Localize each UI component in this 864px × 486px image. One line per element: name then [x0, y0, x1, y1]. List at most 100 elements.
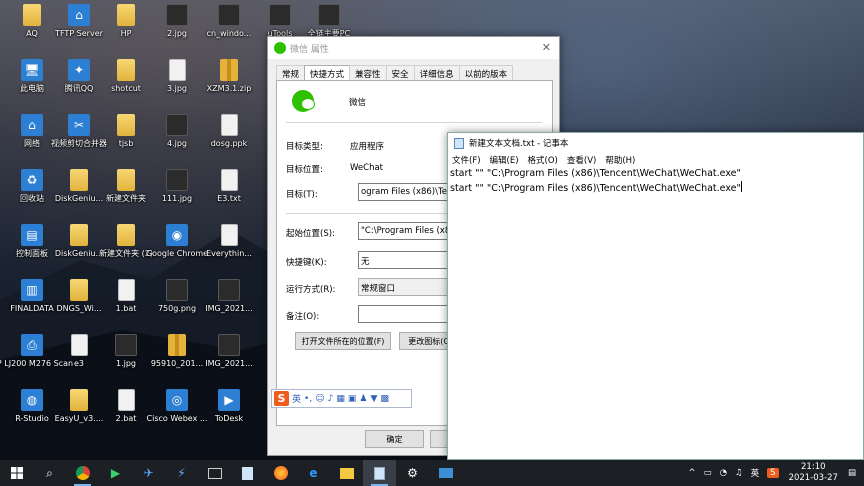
search-icon[interactable]: ⌕ [33, 460, 66, 486]
folder-icon [70, 169, 88, 191]
desktop-icon-hp[interactable]: HP [97, 4, 155, 56]
desktop-icon-img2021b[interactable]: IMG_2021... [200, 334, 258, 386]
desktop-icon-label: IMG_2021... [205, 304, 253, 313]
desktop-icon-dosg[interactable]: dosg.ppk [200, 114, 258, 166]
remote-desktop-icon[interactable] [429, 460, 462, 486]
desktop-icon-label: e3 [73, 359, 84, 368]
desktop-icon-label: 回收站 [20, 194, 44, 203]
desktop-icon-111jpg[interactable]: 111.jpg [148, 169, 206, 221]
notepad-window: 新建文本文档.txt - 记事本 文件(F) 编辑(E) 格式(O) 查看(V) 帮助(… [447, 132, 864, 460]
folder-icon [117, 59, 135, 81]
desktop-icon-95910[interactable]: 95910_201... [148, 334, 206, 386]
computer-icon: 🖥 [21, 59, 43, 81]
desktop-icon-xzm[interactable]: XZM3.1.zip [200, 59, 258, 111]
notepad-editor[interactable]: start "" "C:\Program Files (x86)\Tencent… [450, 167, 861, 459]
wechat-icon [274, 42, 286, 54]
tray-screen-icon[interactable]: ▭ [704, 468, 712, 478]
desktop-icon-label: tjsb [118, 139, 134, 148]
desktop-icon-label: cn_windo... [206, 29, 252, 38]
notepad-menu-item[interactable]: 编辑(E) [490, 154, 519, 166]
skin-icon[interactable]: ▼ [370, 394, 377, 404]
notification-icon[interactable]: ▤ [848, 468, 856, 478]
image-icon [166, 4, 188, 26]
desktop-icon-img2021a[interactable]: IMG_2021... [200, 279, 258, 331]
notepad-title: 新建文本文档.txt - 记事本 [469, 139, 569, 149]
notepad-menu-item[interactable]: 查看(V) [567, 154, 596, 166]
microphone-icon[interactable]: ♪ [328, 394, 334, 404]
ime-mode[interactable]: 英 [292, 392, 301, 405]
desktop-icon-1jpg[interactable]: 1.jpg [97, 334, 155, 386]
desktop-icon-everything[interactable]: Everythin... [200, 224, 258, 276]
desktop-icon-3jpg[interactable]: 3.jpg [148, 59, 206, 111]
desktop-icon-label: 1.bat [115, 304, 137, 313]
desktop-icon-750g[interactable]: 750g.png [148, 279, 206, 331]
file-icon [70, 334, 88, 356]
start-button[interactable] [0, 460, 33, 486]
menu-grid-icon[interactable]: ▩ [380, 394, 389, 404]
taskbar: ⌕ ▶ ✈ ⚡ e ⚙ ^ ▭ ◔ ♫ 英 S 21:10 2021-03-27… [0, 460, 864, 486]
desktop-icon-label: DiskGeniu... [54, 194, 104, 203]
tray-chevron-icon[interactable]: ^ [688, 468, 695, 478]
chrome-taskbar-icon[interactable] [66, 460, 99, 486]
settings-gear-icon[interactable]: ⚙ [396, 460, 429, 486]
network-icon: ⌂ [68, 4, 90, 26]
desktop-icon-chrome[interactable]: ◉ Google Chrome [145, 224, 209, 276]
desktop-icon-label: 4.jpg [166, 139, 187, 148]
tray-ime-icon[interactable]: S [767, 468, 779, 478]
media-player-icon[interactable]: ▶ [99, 460, 132, 486]
edge-icon[interactable]: e [297, 460, 330, 486]
desktop-icon-label: Google Chrome [145, 249, 209, 258]
chart-app-icon: ▥ [21, 279, 43, 301]
desktop-icon-cnwin[interactable]: cn_windo... [200, 4, 258, 56]
ok-button[interactable]: 确定 [365, 430, 424, 448]
notepad-menu-item[interactable]: 格式(O) [528, 154, 558, 166]
open-location-button[interactable]: 打开文件所在的位置(F) [295, 332, 391, 350]
tray-language[interactable]: 英 [751, 467, 760, 479]
folder-icon [117, 224, 135, 246]
desktop-icon-label: 新建文件夹 (2) [99, 249, 153, 258]
terminal-icon[interactable] [198, 460, 231, 486]
punctuation-icon[interactable]: •, [304, 394, 312, 404]
desktop-icon-todesk[interactable]: ▶ ToDesk [200, 389, 258, 441]
volume-icon[interactable]: ♫ [735, 468, 743, 478]
sogou-logo-icon[interactable]: S [274, 391, 289, 406]
notepad-active-task-icon[interactable] [363, 460, 396, 486]
file-explorer-icon[interactable] [330, 460, 363, 486]
close-icon[interactable]: ✕ [542, 41, 551, 54]
notepad-menu-item[interactable]: 文件(F) [452, 154, 481, 166]
comment-label: 备注(O): [286, 312, 320, 322]
feishu-icon[interactable]: ✈ [132, 460, 165, 486]
desktop-icon-tjsb[interactable]: tjsb [97, 114, 155, 166]
file-icon [168, 59, 186, 81]
desktop-icon-1bat[interactable]: 1.bat [97, 279, 155, 331]
notepad-menu-item[interactable]: 帮助(H) [605, 154, 635, 166]
desktop-icon-newfolder1[interactable]: 新建文件夹 [97, 169, 155, 221]
desktop-icon-label: 95910_201... [150, 359, 204, 368]
folder-icon [117, 4, 135, 26]
clock[interactable]: 21:10 2021-03-27 [789, 462, 838, 484]
emoji-icon[interactable]: ☺ [315, 394, 324, 404]
desktop-icon-label: Everythin... [206, 249, 252, 258]
desktop-icon-webex[interactable]: ◎ Cisco Webex ... [147, 389, 207, 441]
firefox-icon[interactable] [264, 460, 297, 486]
folder-icon [117, 114, 135, 136]
desktop-icon-4jpg[interactable]: 4.jpg [148, 114, 206, 166]
keyboard-icon[interactable]: ▦ [336, 394, 345, 404]
network-tool-icon[interactable]: ⚡ [165, 460, 198, 486]
desktop-icon-label: 1.jpg [115, 359, 136, 368]
properties-titlebar: 微信 属性 [268, 37, 559, 59]
image-icon [166, 279, 188, 301]
user-icon[interactable]: ♟ [359, 394, 367, 404]
notepad-menubar: 文件(F) 编辑(E) 格式(O) 查看(V) 帮助(H) [448, 153, 863, 167]
wifi-icon[interactable]: ◔ [720, 468, 727, 478]
folder-icon [70, 389, 88, 411]
desktop-icon-label: TFTP Server [55, 29, 103, 38]
desktop-icon-label: 2.jpg [166, 29, 187, 38]
notepad-task-icon[interactable] [231, 460, 264, 486]
desktop-icon-shotcut[interactable]: shotcut [97, 59, 155, 111]
tools-icon[interactable]: ▣ [348, 394, 357, 404]
file-icon [220, 169, 238, 191]
desktop-icon-e3txt[interactable]: E3.txt [200, 169, 258, 221]
desktop-icon-2jpg[interactable]: 2.jpg [148, 4, 206, 56]
folder-icon [117, 169, 135, 191]
